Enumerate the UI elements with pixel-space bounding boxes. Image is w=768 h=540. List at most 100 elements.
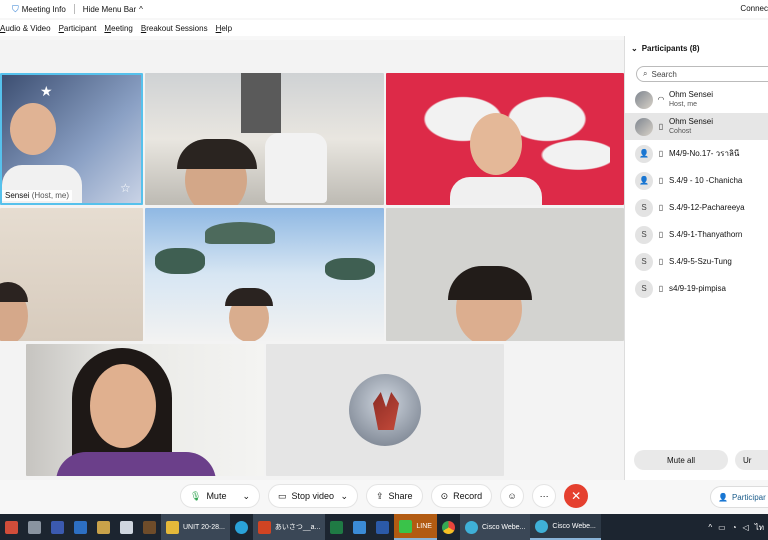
chrome-icon — [441, 520, 455, 534]
participant-role: Cohost — [669, 128, 692, 135]
volume-icon[interactable]: ◁ — [743, 523, 749, 532]
taskbar-app[interactable] — [348, 514, 371, 540]
person-icon: 👤 — [718, 492, 728, 502]
stop-video-label: Stop video — [291, 491, 335, 501]
list-item[interactable]: 👤 ▯ M4/9-No.17- วราลินี — [625, 140, 768, 167]
list-item[interactable]: ▯ Ohm Sensei Cohost — [625, 113, 768, 140]
mute-all-button[interactable]: Mute all — [634, 450, 728, 470]
menu-audio-video[interactable]: Audio & Video — [0, 24, 51, 33]
taskbar-line[interactable]: LINE — [394, 514, 437, 540]
mute-button[interactable]: 🎙 Mute ⌄ — [180, 484, 260, 508]
taskbar-app[interactable] — [23, 514, 46, 540]
video-tile[interactable] — [0, 208, 143, 341]
chevron-up-icon: ^ — [139, 4, 143, 14]
avatar: S — [635, 279, 653, 298]
taskbar-chrome[interactable] — [437, 514, 460, 540]
room-chair — [265, 133, 327, 203]
taskbar-folder-unit[interactable]: UNIT 20-28... — [161, 514, 230, 540]
video-tile-host[interactable]: ★ ☆ Sensei (Host, me) — [0, 73, 143, 205]
participant-avatar — [349, 374, 421, 446]
video-tile[interactable] — [386, 208, 624, 341]
participant-body — [450, 177, 542, 205]
participants-button[interactable]: 👤 Participar — [710, 486, 768, 508]
app-icon — [97, 520, 110, 534]
video-tile[interactable] — [26, 344, 264, 476]
app-icon — [143, 520, 156, 534]
participant-face — [470, 113, 522, 175]
share-button[interactable]: ⇪ Share — [366, 484, 423, 508]
list-item[interactable]: ◠ Ohm Sensei Host, me — [625, 86, 768, 113]
connection-status: Connec — [740, 4, 768, 13]
app-icon — [74, 520, 87, 534]
shield-icon: ⛉ — [12, 3, 19, 14]
divider — [73, 4, 75, 14]
app-icon — [120, 520, 133, 534]
participants-panel: ⌄ Participants (8) ⌕ Search ◠ Ohm Sensei H… — [624, 36, 768, 480]
video-tile[interactable] — [386, 73, 624, 205]
end-meeting-button[interactable]: ✕ — [564, 484, 589, 508]
taskbar-label: あいさつ__a... — [274, 524, 321, 531]
video-grid: ★ ☆ Sensei (Host, me) — [0, 40, 624, 480]
phone-icon: ▯ — [658, 203, 664, 212]
taskbar-app[interactable] — [0, 514, 23, 540]
person-icon: 👤 — [639, 176, 649, 185]
wifi-icon[interactable]: ◔ — [732, 523, 737, 532]
taskbar-app[interactable] — [69, 514, 92, 540]
avatar: S — [635, 252, 653, 271]
stop-video-button[interactable]: ▭ Stop video ⌄ — [268, 484, 358, 508]
reactions-button[interactable]: ☺ — [500, 484, 525, 508]
chevron-up-icon[interactable]: ^ — [708, 523, 712, 532]
menu-participant[interactable]: Participant — [59, 24, 97, 33]
phone-icon: ▯ — [658, 149, 664, 158]
list-item[interactable]: S ▯ S.4/9-12-Pachareeya — [625, 194, 768, 221]
record-label: Record — [453, 491, 483, 501]
taskbar-app[interactable] — [46, 514, 69, 540]
menu-bar: Audio & Video Participant Meeting Breako… — [0, 20, 768, 36]
phone-icon: ▯ — [658, 284, 664, 293]
search-placeholder: Search — [651, 69, 677, 79]
more-options-button[interactable]: ⋯ — [532, 484, 557, 508]
meeting-info-button[interactable]: ⛉ Meeting Info — [12, 4, 66, 15]
star-icon: ☆ — [120, 181, 131, 195]
video-tile[interactable] — [145, 208, 384, 341]
app-icon — [353, 520, 367, 534]
meeting-controls: 🎙 Mute ⌄ ▭ Stop video ⌄ ⇪ Share ⊙ Record… — [180, 484, 589, 510]
participant-hair — [225, 288, 273, 306]
participant-body — [56, 452, 216, 476]
hide-menu-bar-button[interactable]: Hide Menu Bar ^ — [83, 5, 143, 14]
taskbar-cisco-webex-2[interactable]: Cisco Webe... — [530, 514, 601, 540]
list-item[interactable]: S ▯ S.4/9-5-Szu-Tung — [625, 248, 768, 275]
avatar: S — [635, 225, 653, 244]
unmute-all-button[interactable]: Ur — [735, 450, 768, 470]
taskbar-app[interactable] — [115, 514, 138, 540]
menu-help[interactable]: Help — [216, 24, 232, 33]
taskbar-powerpoint[interactable]: あいさつ__a... — [252, 514, 326, 540]
taskbar-label: UNIT 20-28... — [183, 523, 225, 531]
participants-button-label: Participar — [731, 492, 766, 502]
chevron-down-icon: ⌄ — [340, 490, 348, 501]
participant-list: ◠ Ohm Sensei Host, me ▯ Ohm Sensei Cohost … — [625, 86, 768, 302]
taskbar-app[interactable] — [92, 514, 115, 540]
participant-face — [10, 103, 56, 155]
ime-icon[interactable]: ไท — [755, 521, 764, 534]
taskbar-word[interactable] — [371, 514, 394, 540]
share-label: Share — [388, 491, 413, 501]
menu-breakout-sessions[interactable]: Breakout Sessions — [141, 24, 208, 33]
list-item[interactable]: S ▯ S.4/9-1-Thanyathorn — [625, 221, 768, 248]
list-item[interactable]: S ▯ s4/9-19-pimpisa — [625, 275, 768, 302]
menu-meeting[interactable]: Meeting — [104, 24, 132, 33]
taskbar-app[interactable] — [138, 514, 161, 540]
video-tile[interactable] — [145, 73, 384, 205]
smiley-icon: ☺ — [507, 491, 517, 501]
participants-header[interactable]: ⌄ Participants (8) — [631, 44, 700, 53]
participant-search-input[interactable]: ⌕ Search — [636, 66, 768, 82]
list-item[interactable]: 👤 ▯ S.4/9 - 10 -Chanicha — [625, 167, 768, 194]
taskbar-cisco-webex-1[interactable]: Cisco Webe... — [459, 514, 531, 540]
video-tile-no-video[interactable] — [266, 344, 504, 476]
phone-icon: ▯ — [658, 230, 664, 239]
taskbar-excel[interactable] — [325, 514, 348, 540]
window-title-bar: ⛉ Meeting Info Hide Menu Bar ^ Connec — [0, 0, 768, 18]
record-button[interactable]: ⊙ Record — [430, 484, 493, 508]
battery-icon[interactable]: ▭ — [718, 523, 726, 532]
taskbar-app[interactable] — [230, 514, 253, 540]
